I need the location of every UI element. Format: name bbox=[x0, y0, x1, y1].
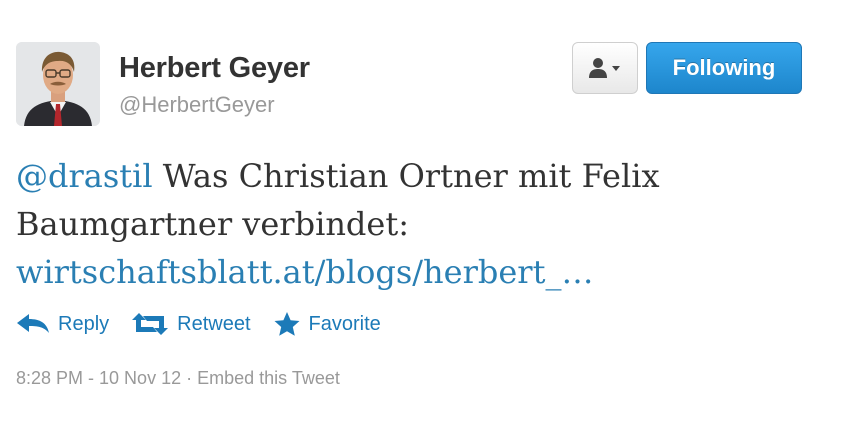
meta-separator: · bbox=[181, 368, 198, 388]
reply-icon bbox=[17, 314, 49, 333]
timestamp-link[interactable]: 8:28 PM - 10 Nov 12 bbox=[16, 368, 181, 388]
tweet-meta: 8:28 PM - 10 Nov 12 · Embed this Tweet bbox=[16, 368, 340, 389]
tweet-url-link[interactable]: wirtschaftsblatt.at/blogs/herbert_… bbox=[16, 253, 593, 291]
user-name[interactable]: Herbert Geyer bbox=[119, 52, 310, 85]
star-icon bbox=[274, 312, 300, 336]
following-button[interactable]: Following bbox=[646, 42, 802, 94]
avatar[interactable] bbox=[16, 42, 100, 126]
user-actions-dropdown-button[interactable] bbox=[572, 42, 638, 94]
person-dropdown-icon bbox=[589, 58, 620, 78]
favorite-button[interactable]: Favorite bbox=[273, 311, 381, 337]
retweet-icon bbox=[132, 313, 169, 335]
tweet-card: Herbert Geyer @HerbertGeyer Following @d… bbox=[0, 0, 850, 439]
screen-name[interactable]: @HerbertGeyer bbox=[119, 92, 275, 118]
favorite-label: Favorite bbox=[308, 312, 381, 335]
mention-link[interactable]: @drastil bbox=[16, 157, 153, 195]
tweet-actions: Reply Retweet Favorite bbox=[16, 308, 403, 340]
retweet-button[interactable]: Retweet bbox=[131, 312, 251, 336]
reply-label: Reply bbox=[58, 312, 110, 335]
retweet-label: Retweet bbox=[177, 312, 251, 335]
reply-button[interactable]: Reply bbox=[16, 313, 109, 336]
embed-tweet-link[interactable]: Embed this Tweet bbox=[197, 368, 340, 388]
profile-photo-icon bbox=[16, 42, 100, 126]
tweet-text: @drastil Was Christian Ortner mit Felix … bbox=[16, 152, 776, 296]
